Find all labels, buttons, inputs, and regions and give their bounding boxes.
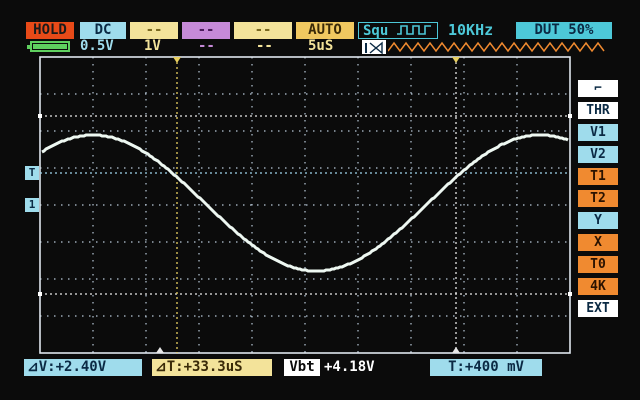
menu-x[interactable]: X bbox=[578, 234, 618, 251]
cursor-handle bbox=[38, 292, 42, 296]
cursor-handle bbox=[173, 57, 181, 63]
cursor-handle bbox=[568, 292, 572, 296]
cursor-handle bbox=[452, 347, 460, 353]
menu-t2[interactable]: T2 bbox=[578, 190, 618, 207]
delta-v-readout[interactable]: ⊿V:+2.40V bbox=[24, 359, 142, 376]
cursor-handle bbox=[568, 114, 572, 118]
battery-voltage-label: Vbt bbox=[284, 359, 320, 376]
channel-1-marker[interactable]: 1 bbox=[25, 198, 39, 212]
menu-ext[interactable]: EXT bbox=[578, 300, 618, 317]
menu-v2[interactable]: V2 bbox=[578, 146, 618, 163]
trigger-level-readout[interactable]: T:+400 mV bbox=[430, 359, 542, 376]
menu-y[interactable]: Y bbox=[578, 212, 618, 229]
menu-thr[interactable]: THR bbox=[578, 102, 618, 119]
menu-t0[interactable]: T0 bbox=[578, 256, 618, 273]
delta-t-readout[interactable]: ⊿T:+33.3uS bbox=[152, 359, 272, 376]
trigger-level-marker[interactable]: T bbox=[25, 166, 39, 180]
grid bbox=[40, 57, 570, 353]
cursor-handle bbox=[156, 347, 164, 353]
cursor-handle bbox=[452, 57, 460, 63]
cursor-handle bbox=[38, 114, 42, 118]
trigger-edge-icon[interactable]: ⌐ bbox=[578, 80, 618, 97]
menu-v1[interactable]: V1 bbox=[578, 124, 618, 141]
waveform-display[interactable] bbox=[0, 0, 640, 400]
menu-4k[interactable]: 4K bbox=[578, 278, 618, 295]
menu-t1[interactable]: T1 bbox=[578, 168, 618, 185]
battery-voltage-value: +4.18V bbox=[324, 359, 375, 375]
